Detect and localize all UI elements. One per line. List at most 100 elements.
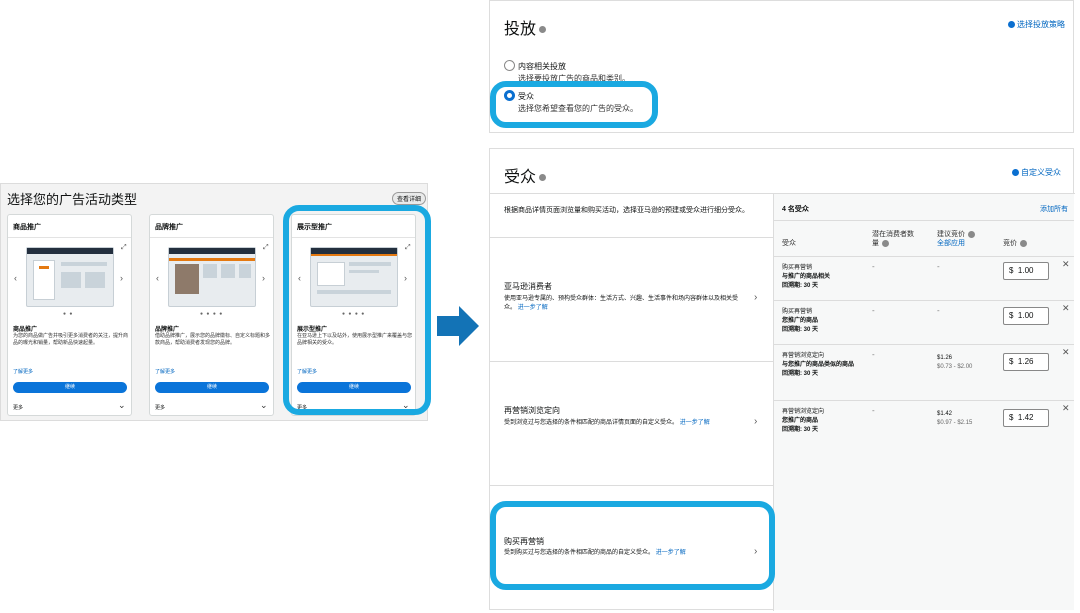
lookback: 回溯期: 30 天 <box>782 371 819 377</box>
audience-title: 受众 <box>504 169 537 186</box>
bid-input[interactable]: $ 1.00 <box>1003 262 1049 280</box>
learn-more-link[interactable]: 了解更多 <box>155 368 175 375</box>
reach-value: - <box>872 406 875 415</box>
suggested-cell: $1.42 $0.97 - $2.15 <box>937 410 972 428</box>
suggested-cell: $1.26 $0.73 - $2.00 <box>937 354 972 372</box>
placement-strategy-link[interactable]: 选择投放策略 <box>1008 19 1065 30</box>
info-icon[interactable] <box>968 230 975 238</box>
placement-title: 投放 <box>504 21 537 38</box>
remove-icon[interactable]: ✕ <box>1062 303 1070 314</box>
category-title: 亚马逊消费者 <box>504 282 552 291</box>
suggested-value: - <box>937 306 940 315</box>
audience-cell: 再营销浏览定向 与您推广的商品类似的商品 回溯期: 30 天 <box>782 352 868 379</box>
audience-target: 与您推广的商品类似的商品 <box>782 362 855 368</box>
placement-strategy-text: 选择投放策略 <box>1017 20 1065 29</box>
highlight-purchase-remarketing <box>490 501 775 590</box>
audience-type: 再营销浏览定向 <box>782 409 825 415</box>
category-description: 使用亚马逊专属的、预构受众群体：生活方式、兴趣、生活事件和场内容群体以及相关受众… <box>504 295 749 313</box>
bid-input[interactable]: $ 1.26 <box>1003 353 1049 371</box>
bid-value: 1.00 <box>1017 266 1034 275</box>
info-icon[interactable] <box>882 239 889 247</box>
preview-image <box>168 247 256 307</box>
audience-count: 4 名受众 <box>782 206 809 213</box>
prev-arrow-icon[interactable]: ‹ <box>156 273 159 283</box>
currency-symbol: $ <box>1009 357 1014 366</box>
table-row: 再营销浏览定向 与您推广的商品类似的商品 回溯期: 30 天 - $1.26 $… <box>774 344 1074 400</box>
card-name: 品牌推广 <box>155 327 180 333</box>
help-button[interactable]: 查看详细 <box>392 192 427 205</box>
continue-button[interactable]: 继续 <box>13 382 127 393</box>
continue-button[interactable]: 继续 <box>155 382 269 393</box>
bid-input[interactable]: $ 1.00 <box>1003 307 1049 325</box>
carousel-dots[interactable]: ● ● <box>63 311 73 317</box>
divider <box>8 237 131 238</box>
chevron-right-icon: › <box>754 292 758 303</box>
card-sponsored-brands[interactable]: 品牌推广 ⤢ ‹ › ● ● ● ● 品牌推广 借助品牌推广，展示您的品牌徽标、… <box>149 214 274 416</box>
expand-icon[interactable]: ⤢ <box>121 244 127 252</box>
next-arrow-icon[interactable]: › <box>262 273 265 283</box>
audience-table: 4 名受众 添加所有 受众 潜在消费者数量 建议竞价 全部应用 竞价 购买再营销… <box>774 194 1074 610</box>
audience-type: 购买再营销 <box>782 309 813 315</box>
category-desc-text: 受到浏览过与您选择的条件相匹配的商品详情页面的自定义受众。 <box>504 420 679 426</box>
card-sponsored-products[interactable]: 商品推广 ⤢ ‹ › ● ● 商品推广 为您的商品做广告并吸引更多消费者的关注，… <box>7 214 132 416</box>
card-name: 商品推广 <box>13 327 38 333</box>
suggested-value: $1.26 <box>937 355 953 361</box>
more-label: 更多 <box>13 405 24 411</box>
suggested-range: $0.97 - $2.15 <box>937 420 973 426</box>
radio-contextual[interactable] <box>504 60 515 71</box>
table-row: 再营销浏览定向 您推广的商品 回溯期: 30 天 - $1.42 $0.97 -… <box>774 400 1074 448</box>
info-icon[interactable] <box>1020 239 1027 247</box>
category-description: 受到浏览过与您选择的条件相匹配的商品详情页面的自定义受众。 进一步了解 <box>504 419 744 428</box>
category-amazon-consumers[interactable]: 亚马逊消费者 使用亚马逊专属的、预构受众群体：生活方式、兴趣、生活事件和场内容群… <box>490 237 773 361</box>
reach-value: - <box>872 306 875 315</box>
highlight-audience-option <box>490 81 658 128</box>
lookback: 回溯期: 30 天 <box>782 283 819 289</box>
prev-arrow-icon[interactable]: ‹ <box>14 273 17 283</box>
card-title: 品牌推广 <box>155 224 183 231</box>
audience-cell: 购买再营销 您推广的商品 回溯期: 30 天 <box>782 308 862 335</box>
chevron-down-icon[interactable]: ⌄ <box>118 400 126 411</box>
highlight-display-card <box>283 205 431 415</box>
table-row: 购买再营销 您推广的商品 回溯期: 30 天 - - $ 1.00 ✕ <box>774 300 1074 344</box>
audience-intro: 根据商品详情页面浏览量和购买活动，选择亚马逊的预建或受众进行细分受众。 <box>504 207 749 214</box>
remove-icon[interactable]: ✕ <box>1062 259 1070 270</box>
lookback: 回溯期: 30 天 <box>782 327 819 333</box>
learn-more-link[interactable]: 进一步了解 <box>518 305 548 311</box>
chevron-down-icon[interactable]: ⌄ <box>260 400 268 411</box>
learn-more-link[interactable]: 了解更多 <box>13 368 33 375</box>
flow-arrow-icon <box>437 306 479 346</box>
audience-type: 再营销浏览定向 <box>782 353 825 359</box>
remove-icon[interactable]: ✕ <box>1062 403 1070 414</box>
bid-input[interactable]: $ 1.42 <box>1003 409 1049 427</box>
column-bid: 竞价 <box>1003 238 1027 248</box>
carousel-dots[interactable]: ● ● ● ● <box>200 311 223 317</box>
column-suggested-text: 建议竞价 <box>937 231 965 238</box>
lookback: 回溯期: 30 天 <box>782 427 819 433</box>
next-arrow-icon[interactable]: › <box>120 273 123 283</box>
option-label: 内容相关投放 <box>518 62 566 71</box>
more-label: 更多 <box>155 405 166 411</box>
info-icon <box>1012 169 1019 177</box>
apply-all-link[interactable]: 全部应用 <box>937 240 965 247</box>
info-icon[interactable] <box>539 26 547 34</box>
bid-value: 1.42 <box>1017 413 1034 422</box>
panel-title: 选择您的广告活动类型 <box>7 192 138 207</box>
category-views-remarketing[interactable]: 再营销浏览定向 受到浏览过与您选择的条件相匹配的商品详情页面的自定义受众。 进一… <box>490 361 773 485</box>
audience-cell: 购买再营销 与推广的商品相关 回溯期: 30 天 <box>782 264 862 291</box>
custom-audience-text: 自定义受众 <box>1021 168 1061 177</box>
info-icon <box>1008 21 1015 29</box>
add-all-link[interactable]: 添加所有 <box>1040 204 1068 214</box>
expand-icon[interactable]: ⤢ <box>263 244 269 252</box>
learn-more-link[interactable]: 进一步了解 <box>680 420 710 426</box>
column-reach-text: 潜在消费者数量 <box>872 231 914 247</box>
remove-icon[interactable]: ✕ <box>1062 347 1070 358</box>
divider <box>774 220 1074 221</box>
category-title: 再营销浏览定向 <box>504 406 560 415</box>
custom-audience-link[interactable]: 自定义受众 <box>1012 167 1061 178</box>
suggested-value: - <box>937 262 940 271</box>
info-icon[interactable] <box>539 174 547 182</box>
reach-value: - <box>872 350 875 359</box>
audience-cell: 再营销浏览定向 您推广的商品 回溯期: 30 天 <box>782 408 868 435</box>
currency-symbol: $ <box>1009 266 1014 275</box>
reach-value: - <box>872 262 875 271</box>
